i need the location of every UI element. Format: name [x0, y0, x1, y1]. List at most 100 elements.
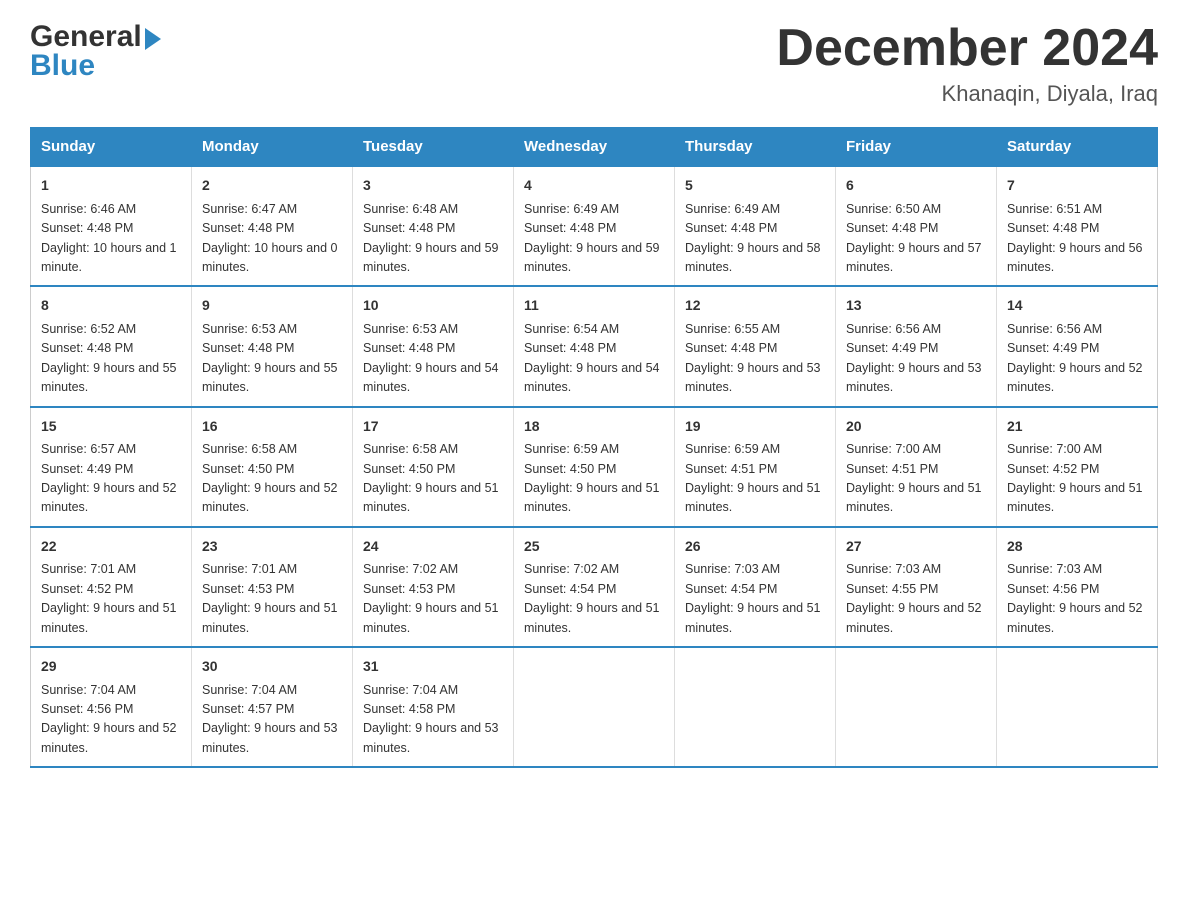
daylight-label: Daylight: 9 hours and 51 minutes. [685, 601, 821, 634]
col-tuesday: Tuesday [353, 128, 514, 167]
sunset-label: Sunset: 4:49 PM [846, 341, 938, 355]
sunset-label: Sunset: 4:51 PM [685, 462, 777, 476]
sunrise-label: Sunrise: 7:02 AM [363, 562, 458, 576]
daylight-label: Daylight: 9 hours and 54 minutes. [363, 361, 499, 394]
sunset-label: Sunset: 4:50 PM [363, 462, 455, 476]
table-row: 27 Sunrise: 7:03 AM Sunset: 4:55 PM Dayl… [836, 527, 997, 647]
daylight-label: Daylight: 9 hours and 53 minutes. [846, 361, 982, 394]
daylight-label: Daylight: 9 hours and 51 minutes. [1007, 481, 1143, 514]
table-row [997, 647, 1158, 767]
sunrise-label: Sunrise: 6:58 AM [202, 442, 297, 456]
calendar-week-row: 15 Sunrise: 6:57 AM Sunset: 4:49 PM Dayl… [31, 407, 1158, 527]
sunset-label: Sunset: 4:54 PM [685, 582, 777, 596]
table-row: 23 Sunrise: 7:01 AM Sunset: 4:53 PM Dayl… [192, 527, 353, 647]
daylight-label: Daylight: 9 hours and 51 minutes. [846, 481, 982, 514]
table-row: 16 Sunrise: 6:58 AM Sunset: 4:50 PM Dayl… [192, 407, 353, 527]
sunset-label: Sunset: 4:53 PM [202, 582, 294, 596]
daylight-label: Daylight: 9 hours and 55 minutes. [41, 361, 177, 394]
table-row: 29 Sunrise: 7:04 AM Sunset: 4:56 PM Dayl… [31, 647, 192, 767]
sunset-label: Sunset: 4:48 PM [202, 341, 294, 355]
day-number: 28 [1007, 536, 1147, 558]
table-row: 4 Sunrise: 6:49 AM Sunset: 4:48 PM Dayli… [514, 166, 675, 286]
day-number: 29 [41, 656, 181, 678]
sunrise-label: Sunrise: 6:59 AM [524, 442, 619, 456]
sunrise-label: Sunrise: 7:03 AM [1007, 562, 1102, 576]
table-row: 28 Sunrise: 7:03 AM Sunset: 4:56 PM Dayl… [997, 527, 1158, 647]
table-row: 22 Sunrise: 7:01 AM Sunset: 4:52 PM Dayl… [31, 527, 192, 647]
day-number: 15 [41, 416, 181, 438]
table-row: 26 Sunrise: 7:03 AM Sunset: 4:54 PM Dayl… [675, 527, 836, 647]
daylight-label: Daylight: 9 hours and 51 minutes. [202, 601, 338, 634]
table-row: 15 Sunrise: 6:57 AM Sunset: 4:49 PM Dayl… [31, 407, 192, 527]
logo: General Blue [30, 20, 161, 82]
table-row: 20 Sunrise: 7:00 AM Sunset: 4:51 PM Dayl… [836, 407, 997, 527]
sunset-label: Sunset: 4:48 PM [524, 341, 616, 355]
table-row: 10 Sunrise: 6:53 AM Sunset: 4:48 PM Dayl… [353, 286, 514, 406]
table-row: 25 Sunrise: 7:02 AM Sunset: 4:54 PM Dayl… [514, 527, 675, 647]
sunset-label: Sunset: 4:51 PM [846, 462, 938, 476]
day-number: 22 [41, 536, 181, 558]
day-number: 25 [524, 536, 664, 558]
logo-blue-text: Blue [30, 49, 95, 82]
sunset-label: Sunset: 4:55 PM [846, 582, 938, 596]
daylight-label: Daylight: 9 hours and 52 minutes. [1007, 361, 1143, 394]
day-number: 19 [685, 416, 825, 438]
sunset-label: Sunset: 4:50 PM [524, 462, 616, 476]
table-row [514, 647, 675, 767]
sunset-label: Sunset: 4:52 PM [1007, 462, 1099, 476]
sunrise-label: Sunrise: 7:04 AM [363, 683, 458, 697]
daylight-label: Daylight: 9 hours and 53 minutes. [685, 361, 821, 394]
sunset-label: Sunset: 4:48 PM [685, 221, 777, 235]
daylight-label: Daylight: 9 hours and 52 minutes. [202, 481, 338, 514]
table-row: 6 Sunrise: 6:50 AM Sunset: 4:48 PM Dayli… [836, 166, 997, 286]
day-number: 21 [1007, 416, 1147, 438]
day-number: 12 [685, 295, 825, 317]
day-number: 27 [846, 536, 986, 558]
calendar-week-row: 1 Sunrise: 6:46 AM Sunset: 4:48 PM Dayli… [31, 166, 1158, 286]
sunrise-label: Sunrise: 6:51 AM [1007, 202, 1102, 216]
calendar-week-row: 22 Sunrise: 7:01 AM Sunset: 4:52 PM Dayl… [31, 527, 1158, 647]
sunset-label: Sunset: 4:48 PM [685, 341, 777, 355]
daylight-label: Daylight: 10 hours and 1 minute. [41, 241, 177, 274]
day-number: 6 [846, 175, 986, 197]
daylight-label: Daylight: 9 hours and 57 minutes. [846, 241, 982, 274]
sunset-label: Sunset: 4:49 PM [41, 462, 133, 476]
sunset-label: Sunset: 4:48 PM [363, 341, 455, 355]
table-row: 9 Sunrise: 6:53 AM Sunset: 4:48 PM Dayli… [192, 286, 353, 406]
calendar-week-row: 8 Sunrise: 6:52 AM Sunset: 4:48 PM Dayli… [31, 286, 1158, 406]
sunset-label: Sunset: 4:54 PM [524, 582, 616, 596]
daylight-label: Daylight: 9 hours and 56 minutes. [1007, 241, 1143, 274]
day-number: 23 [202, 536, 342, 558]
col-wednesday: Wednesday [514, 128, 675, 167]
sunset-label: Sunset: 4:48 PM [846, 221, 938, 235]
day-number: 9 [202, 295, 342, 317]
day-number: 20 [846, 416, 986, 438]
sunset-label: Sunset: 4:48 PM [363, 221, 455, 235]
day-number: 2 [202, 175, 342, 197]
table-row: 12 Sunrise: 6:55 AM Sunset: 4:48 PM Dayl… [675, 286, 836, 406]
sunset-label: Sunset: 4:48 PM [41, 221, 133, 235]
day-number: 3 [363, 175, 503, 197]
sunset-label: Sunset: 4:56 PM [41, 702, 133, 716]
day-number: 17 [363, 416, 503, 438]
day-number: 4 [524, 175, 664, 197]
daylight-label: Daylight: 9 hours and 51 minutes. [524, 481, 660, 514]
table-row: 8 Sunrise: 6:52 AM Sunset: 4:48 PM Dayli… [31, 286, 192, 406]
col-saturday: Saturday [997, 128, 1158, 167]
daylight-label: Daylight: 9 hours and 55 minutes. [202, 361, 338, 394]
day-number: 30 [202, 656, 342, 678]
daylight-label: Daylight: 9 hours and 53 minutes. [363, 721, 499, 754]
sunrise-label: Sunrise: 7:04 AM [41, 683, 136, 697]
sunset-label: Sunset: 4:57 PM [202, 702, 294, 716]
col-sunday: Sunday [31, 128, 192, 167]
sunrise-label: Sunrise: 6:59 AM [685, 442, 780, 456]
col-friday: Friday [836, 128, 997, 167]
sunrise-label: Sunrise: 7:04 AM [202, 683, 297, 697]
daylight-label: Daylight: 9 hours and 51 minutes. [524, 601, 660, 634]
sunrise-label: Sunrise: 6:56 AM [846, 322, 941, 336]
sunset-label: Sunset: 4:48 PM [202, 221, 294, 235]
logo-triangle-icon [145, 28, 161, 50]
table-row: 13 Sunrise: 6:56 AM Sunset: 4:49 PM Dayl… [836, 286, 997, 406]
month-title: December 2024 [776, 20, 1158, 77]
daylight-label: Daylight: 9 hours and 51 minutes. [363, 481, 499, 514]
